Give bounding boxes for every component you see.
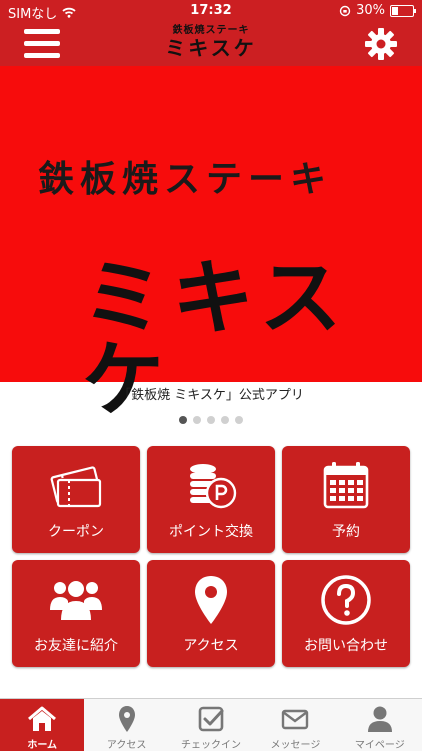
carousel-dot[interactable]: [193, 416, 201, 424]
question-icon: [321, 575, 371, 625]
carousel-dots: [0, 416, 422, 424]
carousel-dot[interactable]: [207, 416, 215, 424]
banner-subtitle: 鉄板焼ステーキ: [38, 159, 333, 200]
contact-tile[interactable]: お問い合わせ: [282, 560, 410, 667]
orientation-lock-icon: [339, 5, 351, 16]
battery-icon: [390, 4, 416, 17]
point-exchange-tile[interactable]: ポイント交換: [147, 446, 275, 553]
header-logo-main: ミキスケ: [165, 36, 257, 60]
carousel-dot[interactable]: [179, 416, 187, 424]
status-bar: SIMなし 17:32 30%: [0, 0, 422, 22]
carousel-caption: 「鉄板焼 ミキスケ」公式アプリ: [118, 388, 304, 403]
access-label: アクセス: [183, 638, 239, 654]
contact-label: お問い合わせ: [304, 638, 388, 654]
home-icon: [28, 706, 57, 731]
tab-checkin-label: チェックイン: [181, 740, 242, 751]
battery-fill: [392, 6, 398, 15]
carousel-dot[interactable]: [235, 416, 243, 424]
tile-icon-wrap: [147, 460, 275, 512]
reservation-tile[interactable]: 予約: [282, 446, 410, 553]
coupon-tile[interactable]: クーポン: [12, 446, 140, 553]
map-pin-icon: [195, 576, 227, 624]
tab-mypage[interactable]: マイページ: [338, 699, 422, 751]
header-logo-sub: 鉄板焼ステーキ: [172, 25, 250, 36]
tab-message-label: メッセージ: [270, 740, 321, 751]
map-pin-icon: [118, 706, 135, 732]
tab-icon-wrap: [84, 705, 168, 733]
tab-bar: ホーム アクセス チェックイン メッセージ マイページ: [0, 698, 422, 751]
battery-percent: 30%: [356, 3, 385, 18]
tab-icon-wrap: [0, 705, 84, 733]
refer-friend-label: お友達に紹介: [34, 638, 118, 654]
access-tile[interactable]: アクセス: [147, 560, 275, 667]
refer-friend-tile[interactable]: お友達に紹介: [12, 560, 140, 667]
menu-grid: クーポン ポイント交換 予約 お友達に紹介 アクセス お問い合わせ: [12, 446, 410, 667]
app-header: 鉄板焼ステーキ ミキスケ: [0, 22, 422, 66]
tile-icon-wrap: [12, 460, 140, 512]
reservation-label: 予約: [332, 524, 360, 540]
tab-mypage-label: マイページ: [354, 740, 405, 751]
tile-icon-wrap: [12, 574, 140, 626]
tile-icon-wrap: [282, 460, 410, 512]
tab-checkin[interactable]: チェックイン: [169, 699, 253, 751]
tab-icon-wrap: [338, 705, 422, 733]
tab-icon-wrap: [253, 705, 337, 733]
tab-icon-wrap: [169, 705, 253, 733]
header-logo: 鉄板焼ステーキ ミキスケ: [0, 25, 422, 60]
status-right: 30%: [339, 3, 416, 18]
tile-icon-wrap: [282, 574, 410, 626]
checkin-icon: [198, 706, 224, 732]
tab-access-label: アクセス: [106, 740, 147, 751]
mail-icon: [282, 709, 309, 730]
ticket-icon: [50, 466, 102, 508]
tab-home[interactable]: ホーム: [0, 699, 85, 751]
coupon-label: クーポン: [48, 524, 104, 540]
tile-icon-wrap: [147, 574, 275, 626]
tab-home-label: ホーム: [27, 740, 58, 751]
gear-icon[interactable]: [364, 27, 398, 61]
group-icon: [50, 581, 102, 620]
user-icon: [367, 706, 392, 732]
tab-access[interactable]: アクセス: [84, 699, 168, 751]
hero-banner[interactable]: 鉄板焼ステーキ ミキスケ: [0, 66, 422, 422]
coins-icon: [190, 464, 237, 509]
carousel-dot[interactable]: [221, 416, 229, 424]
point-exchange-label: ポイント交換: [169, 524, 253, 540]
tab-message[interactable]: メッセージ: [253, 699, 337, 751]
calendar-icon: [323, 462, 369, 509]
